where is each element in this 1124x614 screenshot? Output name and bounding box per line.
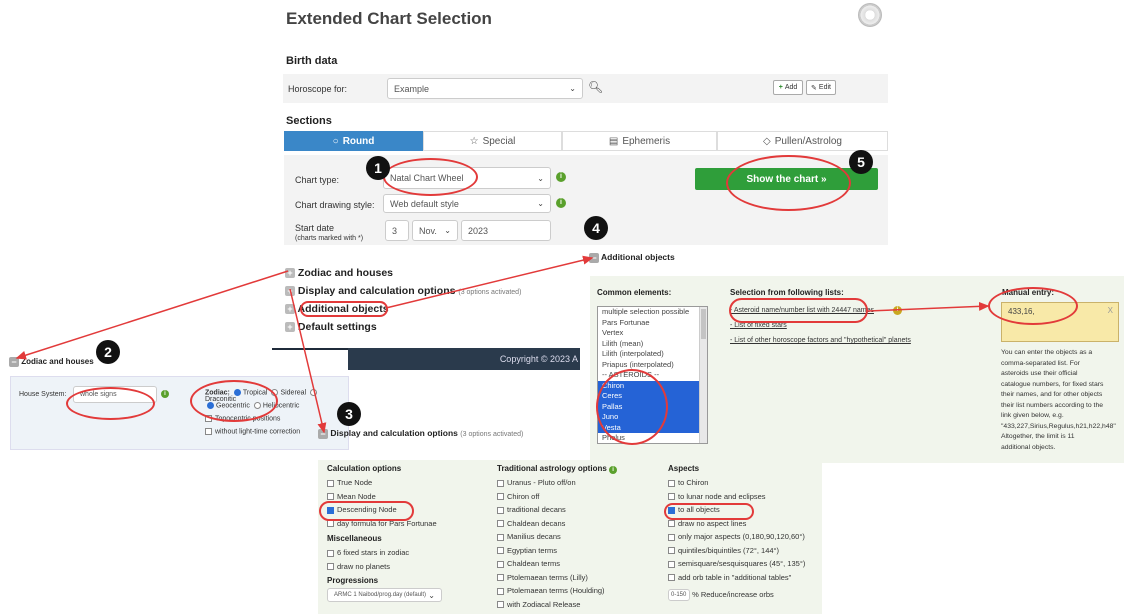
step-marker-4: 4 [584,216,608,240]
step-marker-3: 3 [337,402,361,426]
annotation-arrows [15,255,990,434]
step-marker-2: 2 [96,340,120,364]
step-marker-1: 1 [366,156,390,180]
arrow-to-display-panel [289,288,327,434]
arrow-to-manual-entry [867,301,990,312]
arrow-to-zodiac-panel [15,270,289,360]
arrow-to-additional-panel [385,255,594,309]
step-marker-5: 5 [849,150,873,174]
